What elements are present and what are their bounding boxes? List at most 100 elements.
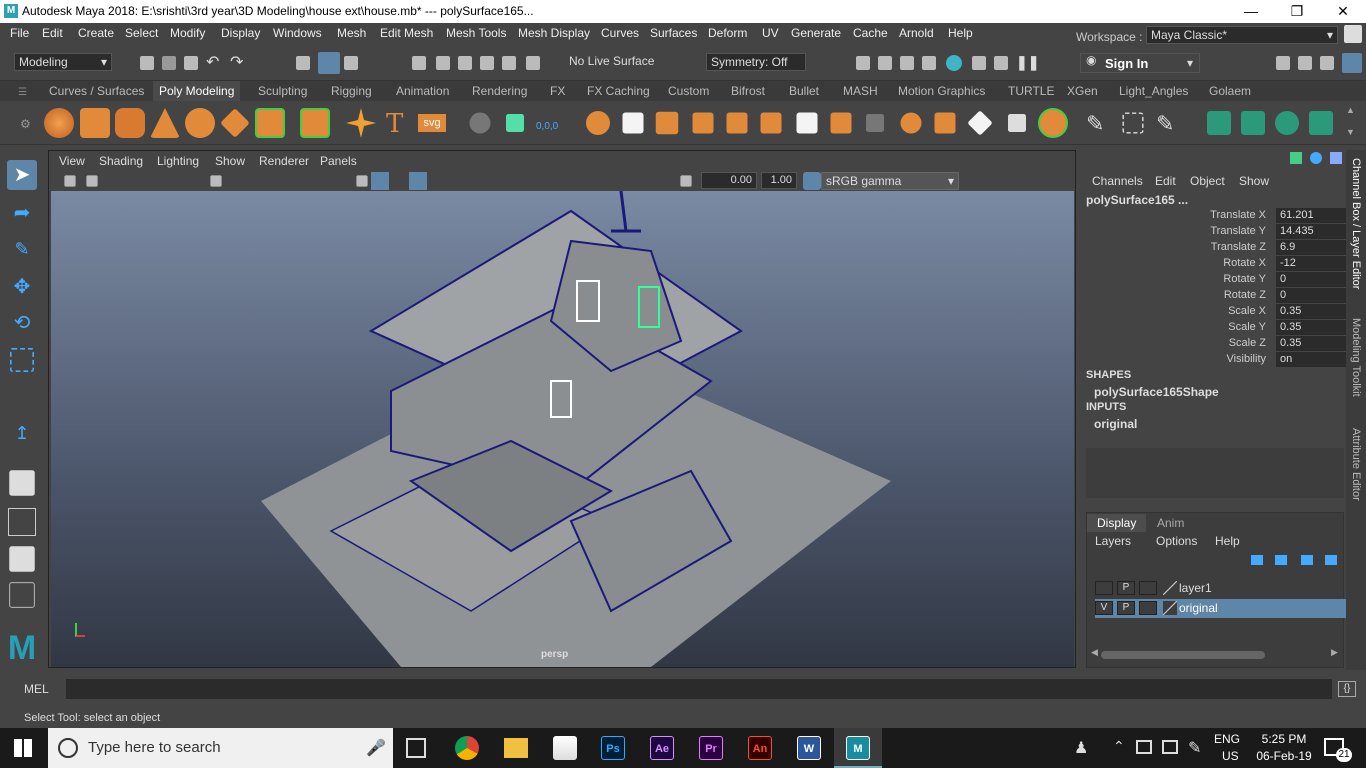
pen-icon[interactable]: ✎ [1188,738,1201,758]
golaem-navigation-icon[interactable] [1275,111,1299,135]
word-icon[interactable]: W [797,736,821,760]
tab-anim[interactable]: Anim [1157,516,1184,530]
bridge-icon[interactable] [796,112,818,134]
input-node-name[interactable]: original [1094,417,1137,431]
select-component-icon[interactable] [344,56,358,70]
tab-rigging[interactable]: Rigging [331,84,372,98]
open-scene-icon[interactable] [162,56,176,70]
channel-box-toggle-icon[interactable] [1342,53,1362,73]
tab-animation[interactable]: Animation [396,84,449,98]
automatic-map-icon[interactable] [1038,108,1068,138]
golaem-behavior-icon[interactable] [1309,111,1333,135]
clock-time[interactable]: 5:25 PM [1258,732,1310,746]
tab-golaem[interactable]: Golaem [1209,84,1251,98]
tab-curves-surfaces[interactable]: Curves / Surfaces [49,84,144,98]
layer-visibility-toggle[interactable] [1095,581,1113,595]
script-editor-icon[interactable]: {} [1338,681,1356,697]
animate-icon[interactable]: An [748,736,772,760]
colorspace-dropdown[interactable]: sRGB gamma ▾ [821,172,959,190]
poly-torus-icon[interactable] [185,108,215,138]
chevron-up-icon[interactable]: ⌃ [1113,738,1125,755]
menu-deform[interactable]: Deform [708,26,747,40]
menu-modify[interactable]: Modify [170,26,205,40]
shape-node-name[interactable]: polySurface165Shape [1094,385,1219,399]
move-tool-icon[interactable]: ✥ [7,272,37,302]
layer-row-selected[interactable]: V P original [1095,599,1349,618]
lasso-tool-icon[interactable]: ➦ [7,198,37,228]
tab-bifrost[interactable]: Bifrost [731,84,765,98]
tab-fx-caching[interactable]: FX Caching [587,84,650,98]
vp-menu-view[interactable]: View [59,154,85,168]
windows-start-icon[interactable] [14,739,32,757]
combine-icon[interactable] [586,111,610,135]
sculpt-icon[interactable]: ✎ [1156,111,1174,137]
live-surface-field[interactable]: No Live Surface [565,53,685,71]
layer-display-type-toggle[interactable] [1139,601,1157,615]
render-sequence-icon[interactable] [878,56,892,70]
save-scene-icon[interactable] [184,56,198,70]
move-layer-down-icon[interactable] [1275,555,1287,565]
menu-set-dropdown[interactable]: Modeling ▾ [14,53,112,71]
menu-mesh-tools[interactable]: Mesh Tools [446,26,506,40]
snap-curve-icon[interactable] [436,56,450,70]
premiere-icon[interactable]: Pr [699,736,723,760]
new-layer-selected-icon[interactable] [1325,555,1337,565]
tab-xgen[interactable]: XGen [1067,84,1098,98]
attr-value[interactable]: 0.35 [1276,304,1350,319]
hypershade-icon[interactable] [946,55,962,71]
attr-value[interactable]: on [1276,352,1350,367]
vp-menu-renderer[interactable]: Renderer [259,154,309,168]
gear-icon[interactable]: ⚙ [20,117,31,131]
move-layer-up-icon[interactable] [1251,555,1263,565]
select-tool-shelf-icon[interactable] [469,112,491,134]
select-object-icon[interactable] [318,52,340,74]
tab-poly-modeling[interactable]: Poly Modeling [153,81,241,101]
render-settings-icon[interactable] [922,56,936,70]
new-scene-icon[interactable] [140,56,154,70]
minimize-icon[interactable]: — [1228,0,1274,23]
ipr-render-icon[interactable] [900,56,914,70]
language-secondary[interactable]: US [1222,749,1239,763]
layer-color-swatch[interactable] [1163,581,1177,595]
camera-icon[interactable] [64,175,76,187]
symmetry-dropdown[interactable]: Symmetry: Off [706,53,806,71]
maya-taskbar-active[interactable]: M [834,728,882,768]
layout-four-icon[interactable] [8,508,36,536]
layers-menu-layers[interactable]: Layers [1095,534,1131,548]
snap-vertex-icon[interactable] [526,56,540,70]
network-icon[interactable] [1136,740,1152,754]
gamma-field[interactable]: 1.00 [761,172,797,189]
cb-menu-channels[interactable]: Channels [1092,174,1143,188]
new-layer-icon[interactable] [1301,555,1313,565]
attr-value[interactable]: 61.201 [1276,208,1350,223]
planar-map-icon[interactable] [1008,114,1026,132]
tab-rendering[interactable]: Rendering [472,84,527,98]
3d-viewport[interactable]: persp [51,191,1074,667]
cb-menu-object[interactable]: Object [1190,174,1225,188]
photoshop-icon[interactable]: Ps [601,736,625,760]
attr-value[interactable]: 0.35 [1276,336,1350,351]
battery-icon[interactable] [1162,740,1178,754]
lock-icon[interactable] [1344,25,1362,43]
attr-value[interactable]: -12 [1276,256,1350,271]
layer-playback-toggle[interactable]: P [1117,601,1135,615]
vp-menu-show[interactable]: Show [215,154,245,168]
after-effects-icon[interactable]: Ae [650,736,674,760]
multi-cut-icon[interactable] [866,114,884,132]
snap-view-icon[interactable] [480,56,494,70]
modeling-toolkit-icon[interactable] [1276,56,1290,70]
channel-box-settings-icon[interactable] [1310,152,1322,164]
last-tool-icon[interactable]: ↥ [7,418,37,448]
wireframe-icon[interactable] [356,175,368,187]
attr-value[interactable]: 0 [1276,288,1350,303]
arnold-render-icon[interactable] [994,56,1008,70]
layout-single-icon[interactable] [9,470,35,496]
render-view-icon[interactable] [972,56,986,70]
color-management-icon[interactable] [803,172,821,190]
move-pivot-icon[interactable] [506,114,524,132]
people-icon[interactable]: ♟ [1074,738,1088,758]
menu-file[interactable]: File [10,26,29,40]
hierarchy-icon[interactable] [1290,152,1302,164]
extrude-icon[interactable] [760,112,782,134]
menu-help[interactable]: Help [948,26,973,40]
